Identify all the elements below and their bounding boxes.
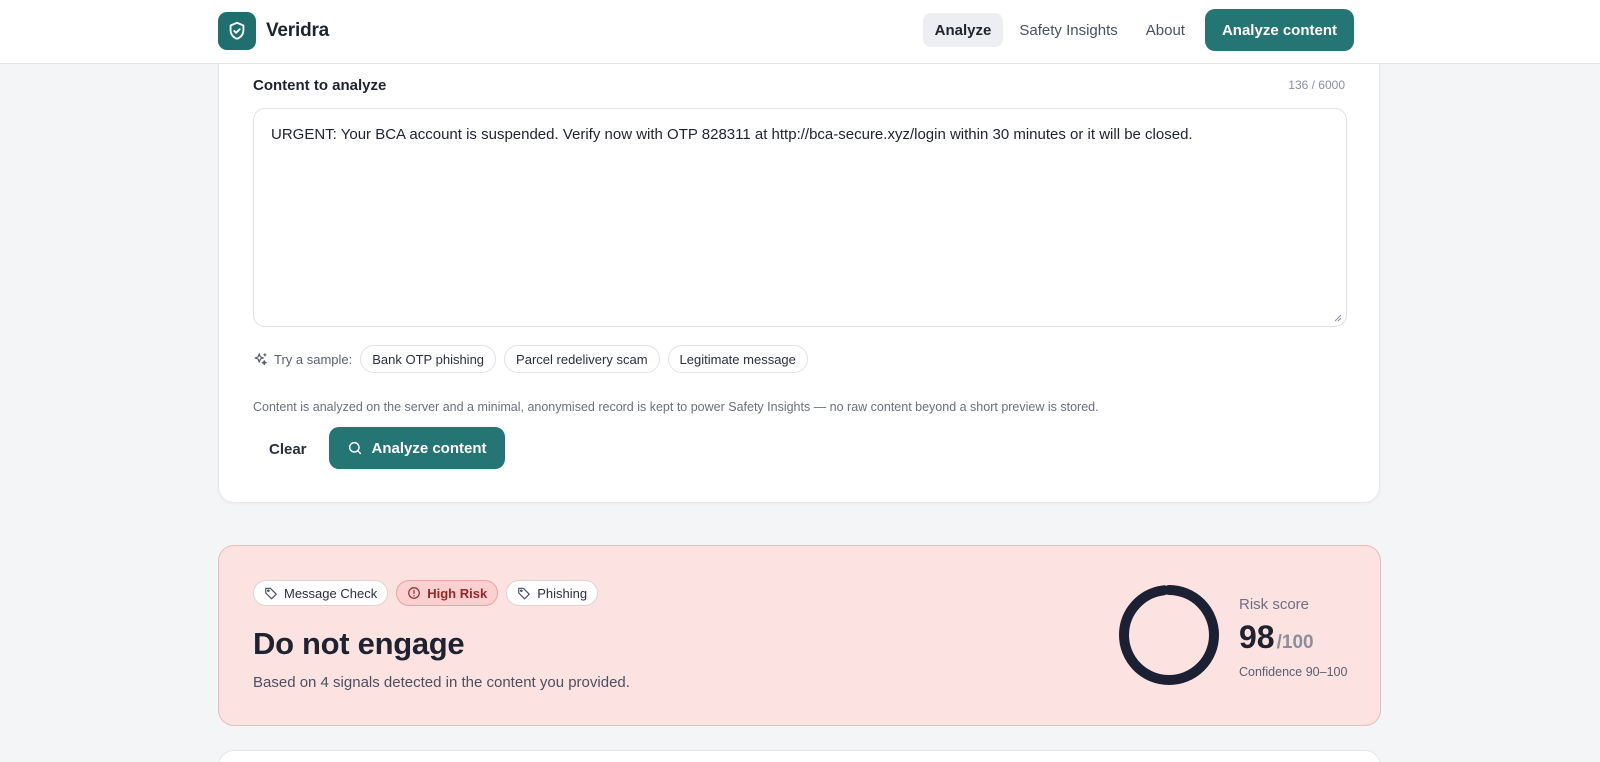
sparkles-icon bbox=[253, 352, 268, 367]
sample-chips: Try a sample: Bank OTP phishing Parcel r… bbox=[253, 345, 816, 373]
tag-icon bbox=[517, 586, 531, 600]
sample-chip-legitimate[interactable]: Legitimate message bbox=[667, 345, 808, 373]
nav-analyze-content-button[interactable]: Analyze content bbox=[1204, 9, 1354, 51]
search-icon bbox=[347, 440, 363, 456]
top-navigation: Veridra Analyze Safety Insights About An… bbox=[0, 0, 1600, 64]
analyze-button-label: Analyze content bbox=[371, 439, 487, 457]
tag-message-check: Message Check bbox=[253, 580, 389, 606]
privacy-note: Content is analyzed on the server and a … bbox=[253, 400, 1099, 414]
nav-about[interactable]: About bbox=[1134, 13, 1197, 47]
content-textarea[interactable]: URGENT: Your BCA account is suspended. V… bbox=[253, 108, 1347, 327]
samples-label: Try a sample: bbox=[274, 351, 353, 367]
analyze-content-button[interactable]: Analyze content bbox=[329, 427, 505, 469]
risk-score-label: Risk score bbox=[1239, 596, 1310, 613]
tag-phishing: Phishing bbox=[506, 580, 599, 606]
clear-button[interactable]: Clear bbox=[253, 428, 323, 470]
tag-label: Phishing bbox=[537, 585, 588, 601]
analyzer-card: Content to analyze 136 / 6000 URGENT: Yo… bbox=[218, 30, 1380, 503]
nav-safety-insights[interactable]: Safety Insights bbox=[1007, 13, 1129, 47]
confidence-range: Confidence 90–100 bbox=[1239, 665, 1348, 679]
sample-chip-bank-otp[interactable]: Bank OTP phishing bbox=[360, 345, 497, 373]
verdict-title: Do not engage bbox=[253, 626, 465, 661]
risk-score: 98 /100 bbox=[1239, 619, 1314, 656]
result-tags: Message Check High Risk Phishing bbox=[253, 580, 606, 606]
risk-gauge-arc bbox=[1119, 585, 1219, 685]
tag-icon bbox=[264, 586, 278, 600]
tag-high-risk: High Risk bbox=[396, 580, 499, 606]
brand-name: Veridra bbox=[266, 20, 330, 41]
content-text: URGENT: Your BCA account is suspended. V… bbox=[271, 126, 1193, 143]
risk-score-value: 98 bbox=[1239, 619, 1275, 655]
alert-circle-icon bbox=[407, 586, 421, 600]
resize-handle-icon[interactable] bbox=[1334, 314, 1342, 322]
risk-gauge bbox=[1119, 585, 1219, 685]
sample-chip-parcel-scam[interactable]: Parcel redelivery scam bbox=[504, 345, 660, 373]
risk-score-max: /100 bbox=[1276, 632, 1314, 653]
brand[interactable]: Veridra bbox=[218, 12, 329, 50]
verdict-summary: Based on 4 signals detected in the conte… bbox=[253, 674, 630, 691]
character-count: 136 / 6000 bbox=[1288, 78, 1345, 92]
tag-label: High Risk bbox=[427, 585, 488, 601]
main-nav: Analyze Safety Insights About Analyze co… bbox=[919, 9, 1354, 51]
nav-analyze[interactable]: Analyze bbox=[922, 13, 1004, 47]
shield-check-icon bbox=[218, 12, 256, 50]
result-card: Message Check High Risk Phishing Do not … bbox=[218, 545, 1381, 726]
content-label: Content to analyze bbox=[253, 77, 387, 94]
tag-label: Message Check bbox=[284, 585, 378, 601]
next-section-card bbox=[218, 750, 1381, 762]
